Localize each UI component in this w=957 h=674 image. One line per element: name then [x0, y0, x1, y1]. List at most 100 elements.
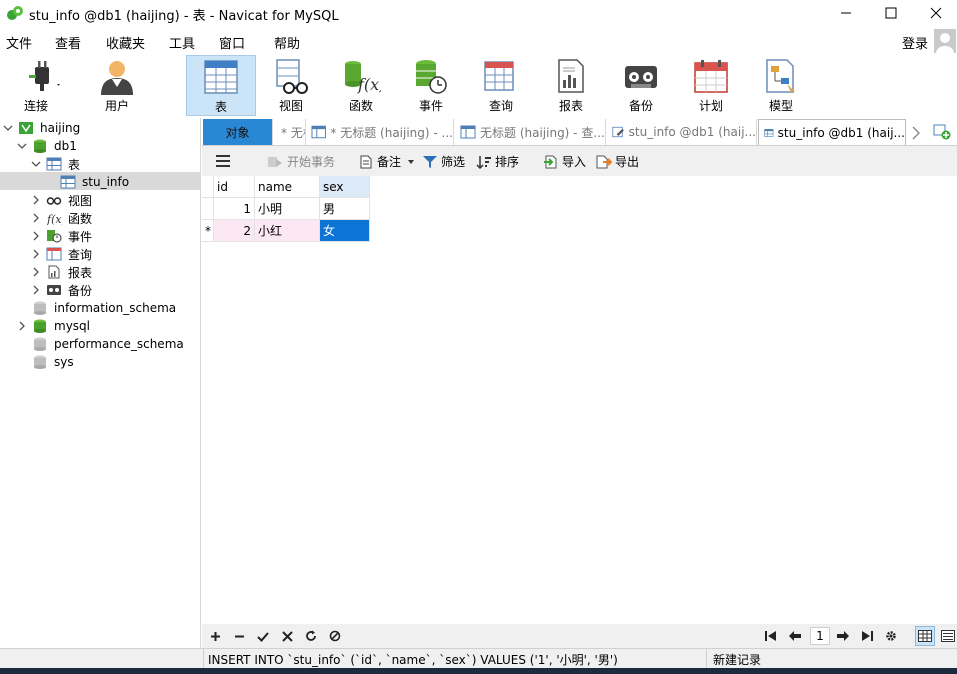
toolbar-query-button[interactable]: 查询: [466, 55, 536, 116]
tree-backups-group[interactable]: 备份: [46, 281, 92, 299]
tab-untitled-1[interactable]: * 无标题 (haijing) - ...: [274, 119, 306, 145]
memo-button[interactable]: 备注: [359, 153, 415, 170]
new-tab-icon[interactable]: [933, 124, 951, 140]
toolbar-model-button[interactable]: 模型: [746, 55, 816, 116]
toolbar-backup-label: 备份: [628, 99, 653, 113]
tree-database-db1[interactable]: db1: [32, 137, 77, 155]
tree-views-group[interactable]: 视图: [46, 191, 92, 209]
table-cell-sex-selected[interactable]: 女: [320, 220, 370, 242]
tree-tables-group[interactable]: 表: [46, 155, 80, 173]
chevron-down-icon[interactable]: [17, 141, 27, 151]
tab-stu-info-data[interactable]: stu_info @db1 (haij...: [758, 119, 906, 145]
chevron-right-icon[interactable]: [31, 213, 41, 223]
begin-transaction-button[interactable]: 开始事务: [267, 153, 335, 170]
tree-queries-group[interactable]: 查询: [46, 245, 92, 263]
chevron-right-icon[interactable]: [911, 126, 921, 140]
first-page-button[interactable]: [763, 628, 779, 644]
chevron-down-icon: [408, 159, 415, 164]
tree-database-sys[interactable]: sys: [32, 353, 74, 371]
tree-views-label: 视图: [68, 193, 93, 208]
close-icon: [930, 7, 942, 19]
tree-queries-label: 查询: [68, 247, 93, 262]
toolbar-table-button[interactable]: 表: [186, 55, 256, 116]
minimize-button[interactable]: [823, 0, 869, 26]
minimize-icon: [841, 12, 851, 14]
chevron-right-icon[interactable]: [31, 249, 41, 259]
tree-events-group[interactable]: 事件: [46, 227, 92, 245]
column-header-name[interactable]: name: [255, 176, 320, 198]
tree-database-performance-schema[interactable]: performance_schema: [32, 335, 184, 353]
toolbar-backup-button[interactable]: 备份: [606, 55, 676, 116]
tree-reports-label: 报表: [68, 265, 93, 280]
page-number-input[interactable]: 1: [810, 627, 830, 645]
toolbar-function-button[interactable]: f(x) 函数: [326, 55, 396, 116]
query-icon: [46, 247, 62, 261]
export-button[interactable]: 导出: [596, 153, 639, 170]
table-cell-id[interactable]: 1: [214, 198, 255, 220]
add-record-button[interactable]: [207, 628, 223, 644]
column-header-sex[interactable]: sex: [320, 176, 370, 198]
memo-label: 备注: [377, 155, 402, 169]
menu-hamburger-icon[interactable]: [216, 154, 230, 168]
menu-view[interactable]: 查看: [55, 33, 81, 52]
column-header-id[interactable]: id: [214, 176, 255, 198]
grid-toolbar: 开始事务 备注 筛选 排序 导入 导出: [202, 146, 957, 176]
tree-database-information-schema[interactable]: information_schema: [32, 299, 176, 317]
maximize-button[interactable]: [868, 0, 914, 26]
avatar[interactable]: [934, 29, 956, 53]
last-page-button[interactable]: [859, 628, 875, 644]
toolbar-schedule-button[interactable]: 计划: [676, 55, 746, 116]
delete-record-button[interactable]: [231, 628, 247, 644]
menu-window[interactable]: 窗口: [219, 33, 245, 52]
toolbar-connect-button[interactable]: 连接: [6, 55, 76, 116]
stop-button[interactable]: [327, 628, 343, 644]
previous-page-button[interactable]: [787, 628, 803, 644]
next-page-button[interactable]: [835, 628, 851, 644]
apply-changes-button[interactable]: [255, 628, 271, 644]
tab-untitled-2[interactable]: * 无标题 (haijing) - ...: [306, 119, 454, 145]
toolbar-view-button[interactable]: 视图: [256, 55, 326, 116]
chevron-right-icon[interactable]: [31, 195, 41, 205]
toolbar-event-button[interactable]: 事件: [396, 55, 466, 116]
chevron-down-icon[interactable]: [31, 159, 41, 169]
menu-file[interactable]: 文件: [6, 33, 32, 52]
menu-tools[interactable]: 工具: [169, 33, 195, 52]
chevron-right-icon[interactable]: [31, 267, 41, 277]
sort-button[interactable]: 排序: [476, 153, 519, 170]
view-glasses-icon: [276, 59, 308, 94]
row-marker[interactable]: *: [202, 220, 214, 242]
tree-reports-group[interactable]: 报表: [46, 263, 92, 281]
tree-functions-group[interactable]: f(x) 函数: [46, 209, 92, 227]
row-marker[interactable]: [202, 198, 214, 220]
tab-stu-info-design[interactable]: stu_info @db1 (haij...: [607, 119, 757, 145]
refresh-button[interactable]: [303, 628, 319, 644]
svg-text:f(x): f(x): [46, 213, 62, 225]
menu-help[interactable]: 帮助: [274, 33, 300, 52]
tab-untitled-query[interactable]: 无标题 (haijing) - 查...: [455, 119, 606, 145]
filter-button[interactable]: 筛选: [422, 153, 465, 170]
form-view-toggle[interactable]: [938, 626, 957, 646]
tab-objects[interactable]: 对象: [203, 119, 273, 145]
status-record-state: 新建记录: [713, 653, 762, 667]
grid-view-toggle[interactable]: [915, 626, 935, 646]
table-cell-id[interactable]: 2: [214, 220, 255, 242]
toolbar-report-button[interactable]: 报表: [536, 55, 606, 116]
menu-favorites[interactable]: 收藏夹: [106, 33, 145, 52]
table-cell-sex[interactable]: 男: [320, 198, 370, 220]
settings-button[interactable]: [883, 628, 899, 644]
table-cell-name[interactable]: 小红: [255, 220, 320, 242]
tree-connection-haijing[interactable]: haijing: [18, 119, 80, 137]
chevron-right-icon[interactable]: [17, 321, 27, 331]
tree-database-mysql[interactable]: mysql: [32, 317, 90, 335]
chevron-down-icon[interactable]: [3, 123, 13, 133]
table-cell-name[interactable]: 小明: [255, 198, 320, 220]
discard-changes-button[interactable]: [279, 628, 295, 644]
toolbar-user-button[interactable]: 用户: [82, 55, 152, 116]
import-button[interactable]: 导入: [543, 153, 586, 170]
tree-table-stu-info[interactable]: stu_info: [60, 173, 129, 191]
chevron-right-icon[interactable]: [31, 231, 41, 241]
chevron-right-icon[interactable]: [31, 285, 41, 295]
view-glasses-icon: [46, 197, 62, 205]
close-button[interactable]: [913, 0, 957, 26]
login-link[interactable]: 登录: [902, 33, 928, 52]
